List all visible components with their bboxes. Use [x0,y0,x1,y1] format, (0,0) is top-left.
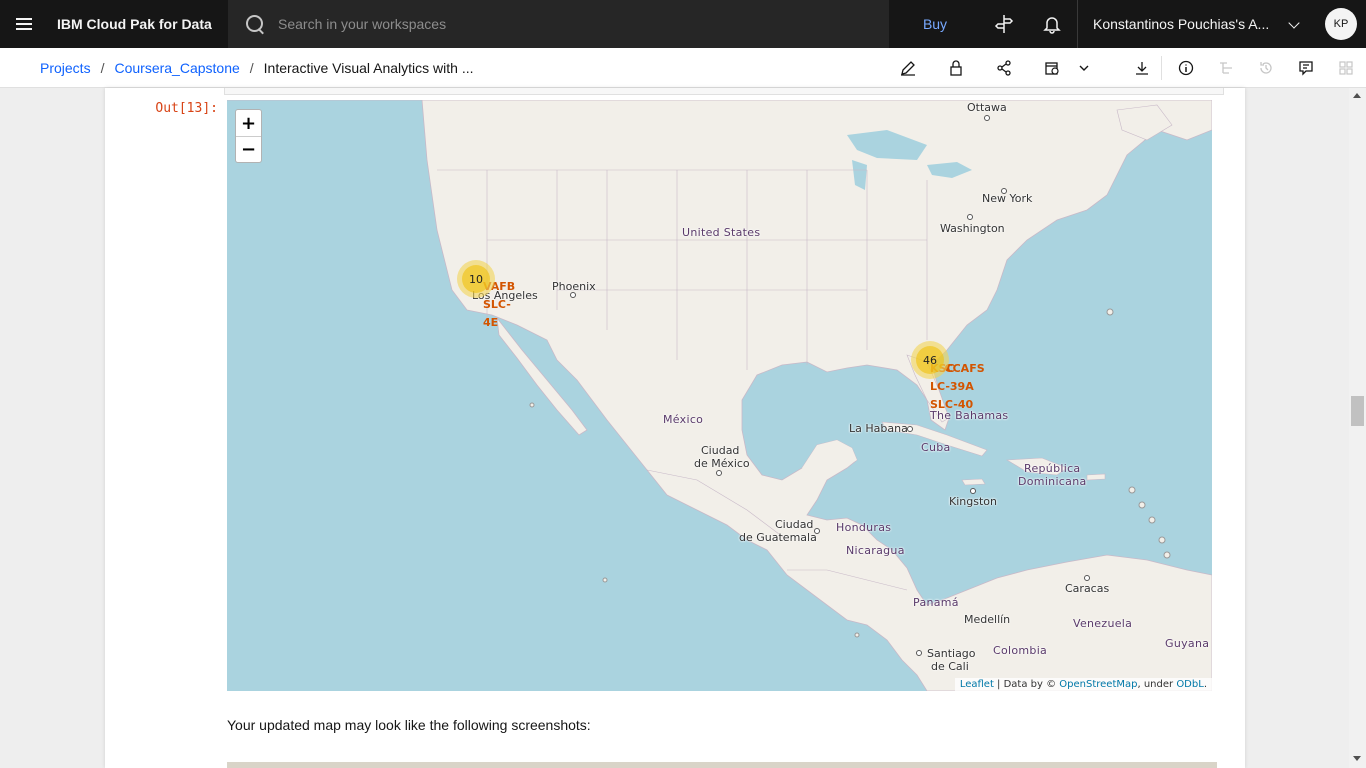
place-label-panama: Panamá [913,596,959,609]
download-icon[interactable] [1122,48,1162,88]
code-snippets-icon[interactable] [1326,48,1366,88]
vertical-scrollbar[interactable] [1349,88,1366,768]
attribution-text: , under [1137,679,1177,690]
site-label-line: 4E [483,316,499,329]
place-label-caracas: Caracas [1065,582,1110,595]
place-label-santiago-de-cali: de Cali [931,660,969,673]
scroll-up-arrow-icon[interactable] [1353,93,1361,98]
tree-view-icon[interactable] [1206,48,1246,88]
account-name: Konstantinos Pouchias's A... [1093,16,1270,32]
odbl-link[interactable]: ODbL [1176,679,1204,690]
place-label-new-york: New York [982,192,1033,205]
markdown-paragraph: Your updated map may look like the follo… [227,717,591,733]
attribution-text: . [1203,679,1207,690]
place-label-ciudad-de-guatemala: Ciudad [775,518,814,531]
scroll-down-arrow-icon[interactable] [1353,756,1361,761]
hamburger-menu-icon[interactable] [0,0,48,48]
place-label-ciudad-de-mexico: de México [694,457,750,470]
chevron-down-icon[interactable] [1064,48,1104,88]
city-marker [570,292,576,298]
map-base-layer [227,100,1212,691]
edit-pencil-icon[interactable] [888,48,928,88]
product-brand[interactable]: IBM Cloud Pak for Data [48,16,228,32]
city-marker [1084,575,1090,581]
toolbar-divider [1161,56,1162,80]
place-label-mexico: México [663,413,704,426]
scroll-thumb[interactable] [1351,396,1364,426]
cluster-count: 10 [462,265,490,293]
place-label-venezuela: Venezuela [1073,617,1133,630]
output-prompt: Out[13]: [155,101,218,116]
site-label-line: SLC-40 [930,398,974,411]
previous-code-cell[interactable] [224,88,1224,95]
city-marker [970,488,976,494]
avatar[interactable]: KP [1325,8,1357,40]
info-icon[interactable] [1166,48,1206,88]
city-marker [916,650,922,656]
search-input[interactable] [278,16,858,32]
place-label-nicaragua: Nicaragua [846,544,905,557]
breadcrumb-separator: / [100,60,105,76]
account-switcher[interactable]: Konstantinos Pouchias's A... [1077,0,1313,48]
site-label-line: CCAFS [944,362,985,375]
place-label-honduras: Honduras [836,521,892,534]
city-marker [967,214,973,220]
map-attribution: Leaflet | Data by © OpenStreetMap, under… [954,678,1212,691]
place-label-phoenix: Phoenix [552,280,596,293]
place-label-la-habana: La Habana [849,422,908,435]
breadcrumb: Projects / Coursera_Capstone / Interacti… [40,48,474,88]
site-label-line: LC-39A [930,380,974,393]
place-label-ciudad-de-mexico: Ciudad [701,444,740,457]
global-search [228,0,889,48]
attribution-text: | Data by © [993,679,1060,690]
place-label-ottawa: Ottawa [967,101,1007,114]
city-marker [984,115,990,121]
comments-icon[interactable] [1286,48,1326,88]
cluster-count: 46 [916,346,944,374]
city-marker [907,426,913,432]
zoom-in-button[interactable]: + [236,110,261,136]
chevron-down-icon [1288,17,1300,29]
breadcrumb-project[interactable]: Coursera_Capstone [114,60,239,76]
breadcrumb-current-notebook: Interactive Visual Analytics with ... [263,60,474,76]
city-marker [716,470,722,476]
place-label-santiago-de-cali: Santiago [927,647,976,660]
zoom-out-button[interactable]: − [236,136,261,162]
place-label-medellin: Medellín [964,613,1011,626]
share-icon[interactable] [984,48,1024,88]
navigation-signpost-icon[interactable] [980,0,1028,48]
version-history-icon[interactable] [1246,48,1286,88]
place-label-colombia: Colombia [993,644,1048,657]
markdown-screenshot-image [227,762,1217,768]
openstreetmap-link[interactable]: OpenStreetMap [1059,679,1137,690]
place-label-cuba: Cuba [921,441,951,454]
breadcrumb-projects[interactable]: Projects [40,60,91,76]
lock-icon[interactable] [936,48,976,88]
place-label-ciudad-de-guatemala: de Guatemala [739,531,817,544]
folium-map[interactable]: + − Ottawa New York Washington United St… [227,100,1212,691]
marker-cluster-east[interactable]: 46 [911,341,949,379]
marker-cluster-west[interactable]: 10 [457,260,495,298]
city-marker [1001,188,1007,194]
place-label-republica-dominicana: República [1024,462,1081,475]
place-label-washington: Washington [940,222,1005,235]
breadcrumb-separator: / [249,60,254,76]
place-label-kingston: Kingston [949,495,997,508]
site-label-line: SLC- [483,298,511,311]
place-label-republica-dominicana: Dominicana [1018,475,1087,488]
leaflet-link[interactable]: Leaflet [960,679,994,690]
place-label-guyana: Guyana [1165,637,1210,650]
zoom-control: + − [235,109,262,163]
notification-bell-icon[interactable] [1028,0,1076,48]
search-icon [245,14,265,34]
buy-link[interactable]: Buy [906,0,964,48]
place-label-united-states: United States [682,226,761,239]
